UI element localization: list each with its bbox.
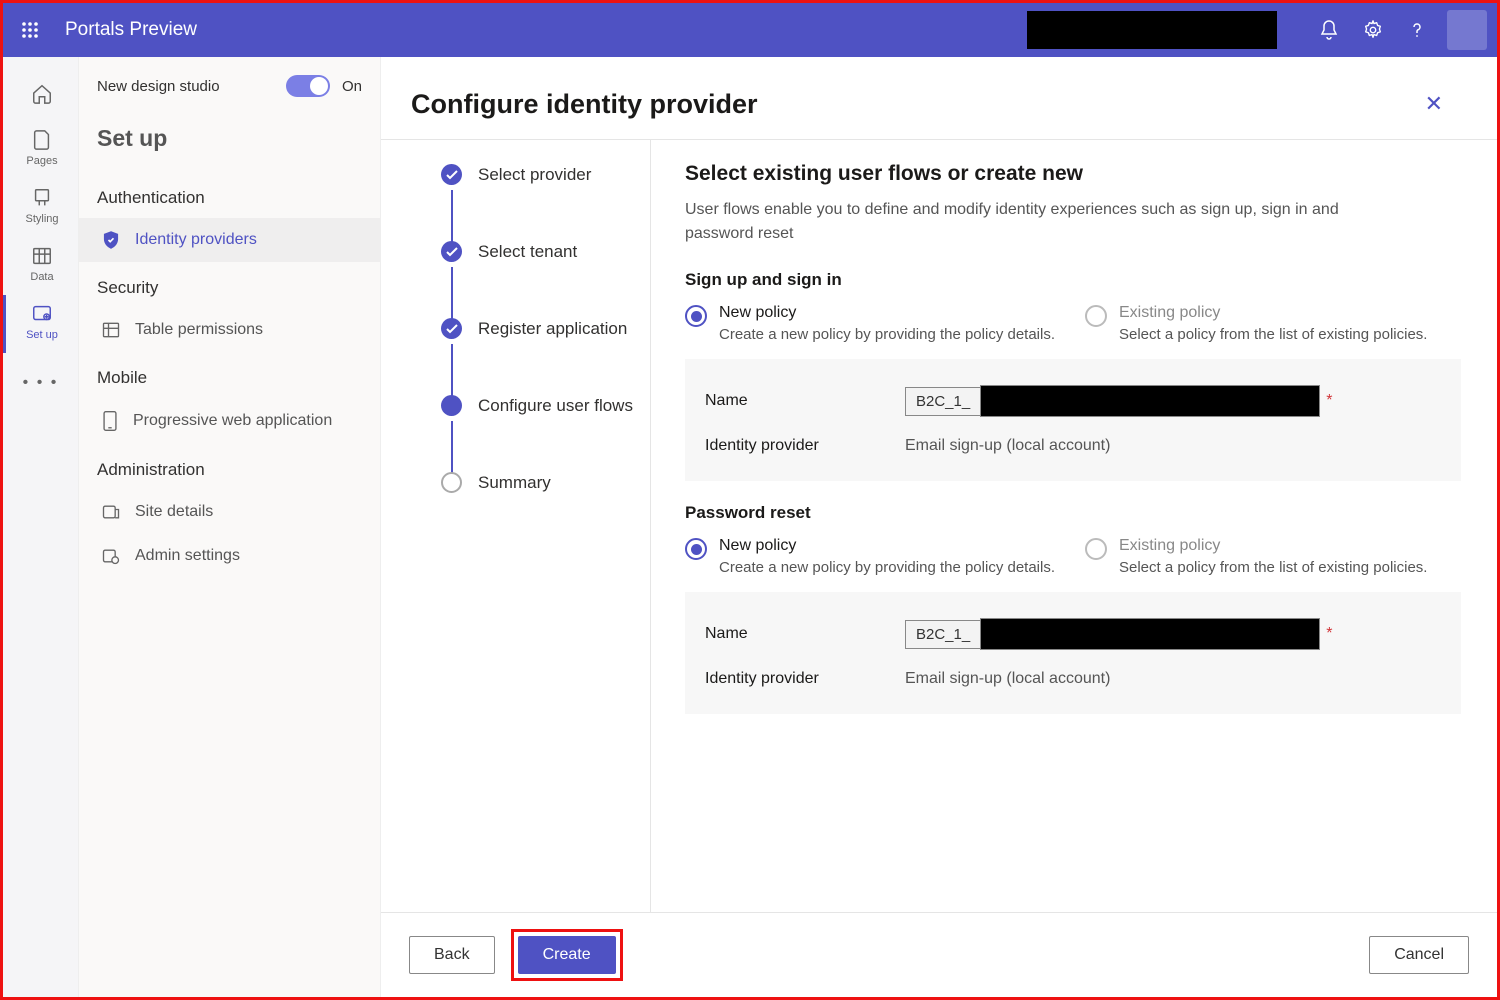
page-title: Configure identity provider	[411, 89, 758, 120]
check-icon	[441, 241, 462, 262]
sidebar-item-label: Table permissions	[135, 321, 263, 339]
radio-label: Existing policy	[1119, 304, 1427, 322]
radio-description: Create a new policy by providing the pol…	[719, 557, 1055, 578]
redacted-environment	[1027, 11, 1277, 49]
user-avatar[interactable]	[1447, 10, 1487, 50]
section-mobile: Mobile	[79, 352, 380, 398]
sidebar-item-site-details[interactable]: Site details	[79, 490, 380, 534]
sidebar-item-admin-settings[interactable]: Admin settings	[79, 534, 380, 578]
radio-description: Create a new policy by providing the pol…	[719, 324, 1055, 345]
content-heading: Select existing user flows or create new	[685, 162, 1461, 186]
rail-pages-label: Pages	[26, 155, 57, 167]
create-button-highlight: Create	[511, 929, 623, 981]
radio-label: Existing policy	[1119, 537, 1427, 555]
sidebar-item-identity-providers[interactable]: Identity providers	[79, 218, 380, 262]
radio-label: New policy	[719, 304, 1055, 322]
pwreset-policy-name-input[interactable]	[980, 618, 1320, 650]
radio-new-policy-pwreset[interactable]	[685, 538, 707, 560]
current-step-icon	[441, 395, 462, 416]
sidebar-item-table-permissions[interactable]: Table permissions	[79, 308, 380, 352]
sidebar-item-label: Identity providers	[135, 231, 257, 249]
required-asterisk: *	[1326, 625, 1332, 643]
rail-styling[interactable]: Styling	[3, 179, 79, 237]
signup-policy-name-input[interactable]	[980, 385, 1320, 417]
step-select-provider[interactable]: Select provider	[441, 164, 638, 185]
step-label: Configure user flows	[478, 396, 633, 416]
rail-home[interactable]	[3, 75, 79, 121]
name-label: Name	[705, 392, 905, 410]
content-description: User flows enable you to define and modi…	[685, 198, 1405, 246]
section-authentication: Authentication	[79, 172, 380, 218]
section-administration: Administration	[79, 444, 380, 490]
step-summary[interactable]: Summary	[441, 472, 638, 493]
pending-step-icon	[441, 472, 462, 493]
step-label: Summary	[478, 473, 551, 493]
settings-gear-icon[interactable]	[1351, 8, 1395, 52]
close-icon[interactable]: ✕	[1401, 85, 1467, 123]
check-icon	[441, 318, 462, 339]
radio-new-policy-signup[interactable]	[685, 305, 707, 327]
sidebar-item-pwa[interactable]: Progressive web application	[79, 398, 380, 444]
app-launcher-icon[interactable]	[13, 13, 47, 47]
rail-pages[interactable]: Pages	[3, 121, 79, 179]
name-label: Name	[705, 625, 905, 643]
radio-description: Select a policy from the list of existin…	[1119, 324, 1427, 345]
idp-label: Identity provider	[705, 437, 905, 455]
sidebar-item-label: Admin settings	[135, 547, 240, 565]
idp-value: Email sign-up (local account)	[905, 670, 1110, 688]
back-button[interactable]: Back	[409, 936, 495, 974]
radio-label: New policy	[719, 537, 1055, 555]
toggle-state-label: On	[342, 78, 362, 95]
rail-setup[interactable]: Set up	[3, 295, 79, 353]
step-label: Select provider	[478, 165, 591, 185]
rail-data[interactable]: Data	[3, 237, 79, 295]
step-label: Select tenant	[478, 242, 577, 262]
name-prefix: B2C_1_	[905, 620, 980, 649]
rail-data-label: Data	[30, 271, 53, 283]
radio-existing-policy-pwreset[interactable]	[1085, 538, 1107, 560]
check-icon	[441, 164, 462, 185]
rail-more-icon[interactable]: • • •	[23, 363, 59, 403]
rail-setup-label: Set up	[26, 329, 58, 341]
step-select-tenant[interactable]: Select tenant	[441, 241, 638, 262]
sidebar-item-label: Site details	[135, 503, 213, 521]
help-icon[interactable]	[1395, 8, 1439, 52]
design-studio-label: New design studio	[97, 78, 220, 95]
design-studio-toggle[interactable]	[286, 75, 330, 97]
notifications-icon[interactable]	[1307, 8, 1351, 52]
required-asterisk: *	[1326, 392, 1332, 410]
password-reset-section-head: Password reset	[685, 503, 1461, 523]
step-configure-user-flows[interactable]: Configure user flows	[441, 395, 638, 416]
radio-description: Select a policy from the list of existin…	[1119, 557, 1427, 578]
section-security: Security	[79, 262, 380, 308]
create-button[interactable]: Create	[518, 936, 616, 974]
rail-styling-label: Styling	[25, 213, 58, 225]
step-register-application[interactable]: Register application	[441, 318, 638, 339]
name-prefix: B2C_1_	[905, 387, 980, 416]
cancel-button[interactable]: Cancel	[1369, 936, 1469, 974]
sidebar-item-label: Progressive web application	[133, 412, 332, 430]
idp-label: Identity provider	[705, 670, 905, 688]
radio-existing-policy-signup[interactable]	[1085, 305, 1107, 327]
setup-heading: Set up	[79, 115, 380, 172]
step-label: Register application	[478, 319, 627, 339]
app-title: Portals Preview	[65, 19, 197, 41]
idp-value: Email sign-up (local account)	[905, 437, 1110, 455]
signup-section-head: Sign up and sign in	[685, 270, 1461, 290]
